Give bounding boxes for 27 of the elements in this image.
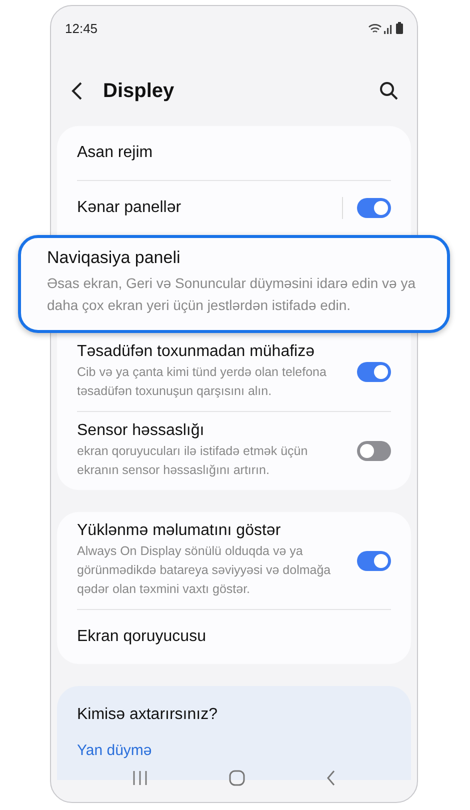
highlighted-setting[interactable]: Naviqasiya paneli Əsas ekran, Geri və Sonuncular düyməsini idarə edin və ya daha çox ekran yeri üçün jestlərdən istifadə edin. (18, 235, 450, 333)
setting-title[interactable]: Yüklənmə məlumatını göstər (77, 522, 357, 540)
setting-title[interactable]: Təsadüfən toxunmadan mühafizə (77, 343, 357, 361)
setting-title[interactable]: Sensor həssaslığı (77, 422, 357, 440)
toggle-switch[interactable] (357, 198, 391, 218)
toggle-switch[interactable] (357, 362, 391, 382)
status-time: 12:45 (65, 20, 98, 36)
screen-title: Displey (103, 80, 176, 102)
setting-title[interactable]: Kənar panellər (77, 199, 342, 217)
setting-title[interactable]: Asan rejim (77, 144, 391, 162)
wifi-icon (368, 22, 382, 34)
setting-description: ekran qoruyucuları ilə istifadə etmək üçün ekranın sensor həssaslığını artırın. (77, 443, 309, 479)
setting-title: Naviqasiya paneli (47, 248, 182, 268)
suggestion-link[interactable]: Yan düymə (77, 742, 152, 759)
battery-icon (396, 22, 403, 34)
signal-icon (384, 22, 394, 34)
suggestion-title: Kimisə axtarırsınız? (77, 706, 218, 724)
search-icon[interactable] (379, 81, 399, 101)
recents-icon[interactable] (132, 770, 148, 786)
setting-description: Cib və ya çanta kimi tünd yerdə olan telefona təsadüfən toxunuşun qarşısını alın. (77, 364, 328, 400)
home-icon[interactable] (228, 770, 245, 786)
back-icon[interactable] (71, 81, 83, 101)
setting-description: Əsas ekran, Geri və Sonuncular düyməsini idarə edin və ya daha çox ekran yeri üçün jestlərdən istifadə edin. (47, 274, 416, 315)
toggle-switch[interactable] (357, 550, 391, 570)
toggle-switch[interactable] (357, 441, 391, 461)
setting-title[interactable]: Ekran qoruyucusu (77, 628, 391, 646)
setting-description: Always On Display sönülü olduqda və ya görünmədikdə batareya səviyyəsi və dolmağa qədər olan təxmini vaxtı göstər. (77, 543, 332, 598)
